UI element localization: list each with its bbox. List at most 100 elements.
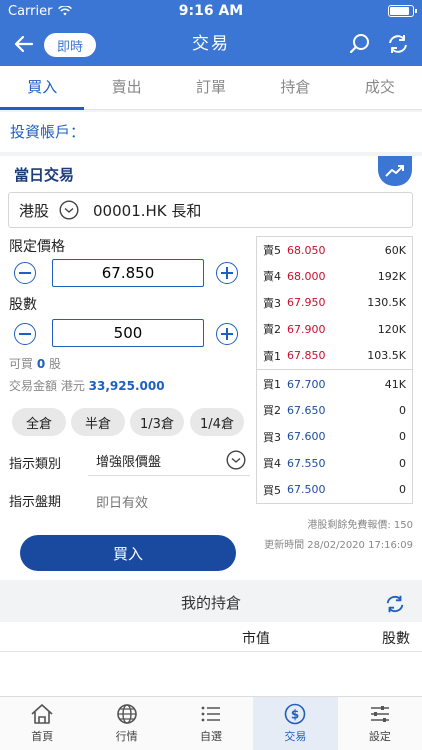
order-book-row[interactable]: 賣4 68.000 192K: [257, 263, 412, 289]
order-book-price: 67.950: [287, 296, 326, 310]
settings-icon: [370, 706, 389, 722]
tab-sell[interactable]: 賣出: [84, 66, 168, 109]
trade-panel: 當日交易 港股 00001.HK 長和 限定價格 股數 可買 0 股 交易金額 …: [0, 156, 422, 580]
holdings-header-row: 市值 股數: [0, 622, 422, 652]
buyable-quantity: 可買 0 股: [9, 355, 61, 372]
order-book-price: 67.600: [287, 430, 326, 444]
limit-price-input[interactable]: [53, 260, 203, 286]
trend-chart-icon: [385, 165, 404, 177]
list-icon: [201, 706, 221, 722]
order-book-row[interactable]: 賣1 67.850 103.5K: [257, 343, 412, 369]
order-book-row[interactable]: 賣5 68.050 60K: [257, 237, 412, 263]
order-book-price: 68.050: [287, 243, 326, 257]
order-book-qty: 192K: [377, 269, 406, 283]
holdings-title: 我的持倉: [0, 584, 422, 622]
chevron-down-icon[interactable]: [226, 450, 246, 470]
order-book-side: 賣4: [263, 270, 281, 284]
chevron-down-icon[interactable]: [59, 200, 79, 220]
order-book-qty: 130.5K: [367, 296, 406, 310]
order-book-side: 買4: [263, 457, 281, 471]
quantity-field[interactable]: [52, 319, 204, 347]
svg-text:$: $: [291, 708, 299, 722]
order-book-qty: 0: [399, 403, 406, 417]
order-book-price: 67.700: [287, 377, 326, 391]
order-book-row[interactable]: 買3 67.600 0: [257, 424, 412, 450]
amount-label: 交易金額 港元: [9, 379, 85, 393]
position-full-button[interactable]: 全倉: [12, 408, 66, 436]
trade-amount: 交易金額 港元 33,925.000: [9, 377, 165, 394]
validity-label: 指示盤期: [9, 495, 62, 510]
quote-quota: 港股剩餘免費報價: 150: [307, 520, 413, 531]
order-book-side: 賣1: [263, 349, 281, 363]
limit-price-field[interactable]: [52, 259, 204, 287]
tab-orders[interactable]: 訂單: [169, 66, 253, 109]
order-book-side: 買5: [263, 483, 281, 497]
position-quarter-button[interactable]: 1/4倉: [190, 408, 244, 436]
bottom-nav-home[interactable]: 首頁: [0, 697, 84, 750]
order-book-qty: 60K: [384, 243, 406, 257]
trade-tabs: 買入 賣出 訂單 持倉 成交: [0, 66, 422, 110]
bottom-nav-label: 自選: [200, 730, 223, 743]
stock-code[interactable]: 00001.HK 長和: [93, 200, 201, 221]
quantity-decrease-button[interactable]: [14, 323, 36, 345]
order-type-underline: [88, 475, 250, 476]
order-book-row[interactable]: 買4 67.550 0: [257, 450, 412, 476]
order-type-label: 指示類別: [9, 457, 62, 472]
trade-icon: $: [285, 703, 306, 725]
order-book-side: 買2: [263, 404, 281, 418]
order-book-qty: 41K: [384, 377, 406, 391]
buyable-label: 可買: [9, 357, 34, 371]
update-time: 更新時間 28/02/2020 17:16:09: [264, 540, 413, 551]
order-type-value[interactable]: 增強限價盤: [96, 451, 161, 470]
bottom-nav-label: 行情: [115, 730, 138, 743]
order-book-side: 賣5: [263, 244, 281, 257]
quantity-label: 股數: [9, 297, 37, 313]
bottom-nav-label: 首頁: [31, 730, 54, 743]
order-book-price: 67.550: [287, 456, 326, 470]
refresh-icon[interactable]: [384, 593, 406, 615]
order-book-qty: 0: [399, 456, 406, 470]
bottom-nav-settings[interactable]: 設定: [338, 697, 422, 750]
order-book-row[interactable]: 買2 67.650 0: [257, 397, 412, 423]
order-book-row[interactable]: 賣3 67.950 130.5K: [257, 290, 412, 316]
investment-account[interactable]: 投資帳戶：: [0, 112, 422, 152]
price-increase-button[interactable]: [216, 262, 238, 284]
order-book-side: 買1: [263, 378, 281, 391]
order-book-qty: 0: [399, 430, 406, 444]
buyable-unit: 股: [49, 357, 62, 371]
bottom-nav-trade[interactable]: $ 交易: [253, 697, 338, 750]
order-book-side: 賣3: [263, 296, 281, 310]
buy-button[interactable]: 買入: [20, 535, 236, 571]
tab-holdings[interactable]: 持倉: [253, 66, 337, 109]
account-label: 投資帳戶：: [10, 123, 86, 141]
buyable-value: 0: [36, 357, 46, 371]
order-book-side: 賣2: [263, 323, 281, 337]
position-half-button[interactable]: 半倉: [71, 408, 125, 436]
refresh-icon[interactable]: [386, 32, 410, 56]
order-book: 賣5 68.050 60K 賣4 68.000 192K 賣3 67.950 130.5K 賣2 6…: [256, 236, 413, 504]
order-book-price: 67.650: [287, 403, 326, 417]
validity-value[interactable]: 即日有效: [96, 492, 148, 511]
order-book-price: 67.850: [287, 349, 326, 363]
col-market-value: 市值: [242, 631, 270, 647]
quantity-increase-button[interactable]: [216, 323, 238, 345]
tab-buy[interactable]: 買入: [0, 66, 85, 110]
order-book-row[interactable]: 買1 67.700 41K: [257, 371, 412, 397]
search-icon[interactable]: [348, 32, 372, 56]
chart-button[interactable]: [378, 156, 412, 186]
tab-executions[interactable]: 成交: [338, 66, 422, 109]
order-book-row[interactable]: 買5 67.500 0: [257, 477, 412, 503]
bottom-nav-watchlist[interactable]: 自選: [169, 697, 253, 750]
col-shares: 股數: [382, 631, 410, 647]
nav-bar: 即時 交易: [0, 22, 422, 66]
price-decrease-button[interactable]: [14, 262, 36, 284]
bottom-nav: 首頁 行情 自選 $ 交易 設定: [0, 696, 422, 750]
order-book-row[interactable]: 賣2 67.900 120K: [257, 316, 412, 342]
position-third-button[interactable]: 1/3倉: [130, 408, 184, 436]
stock-selector[interactable]: 港股 00001.HK 長和: [8, 192, 413, 228]
amount-value: 33,925.000: [88, 379, 165, 393]
order-book-divider: [257, 369, 412, 370]
order-book-price: 67.500: [287, 483, 326, 497]
quantity-input[interactable]: [53, 320, 203, 346]
bottom-nav-market[interactable]: 行情: [84, 697, 168, 750]
